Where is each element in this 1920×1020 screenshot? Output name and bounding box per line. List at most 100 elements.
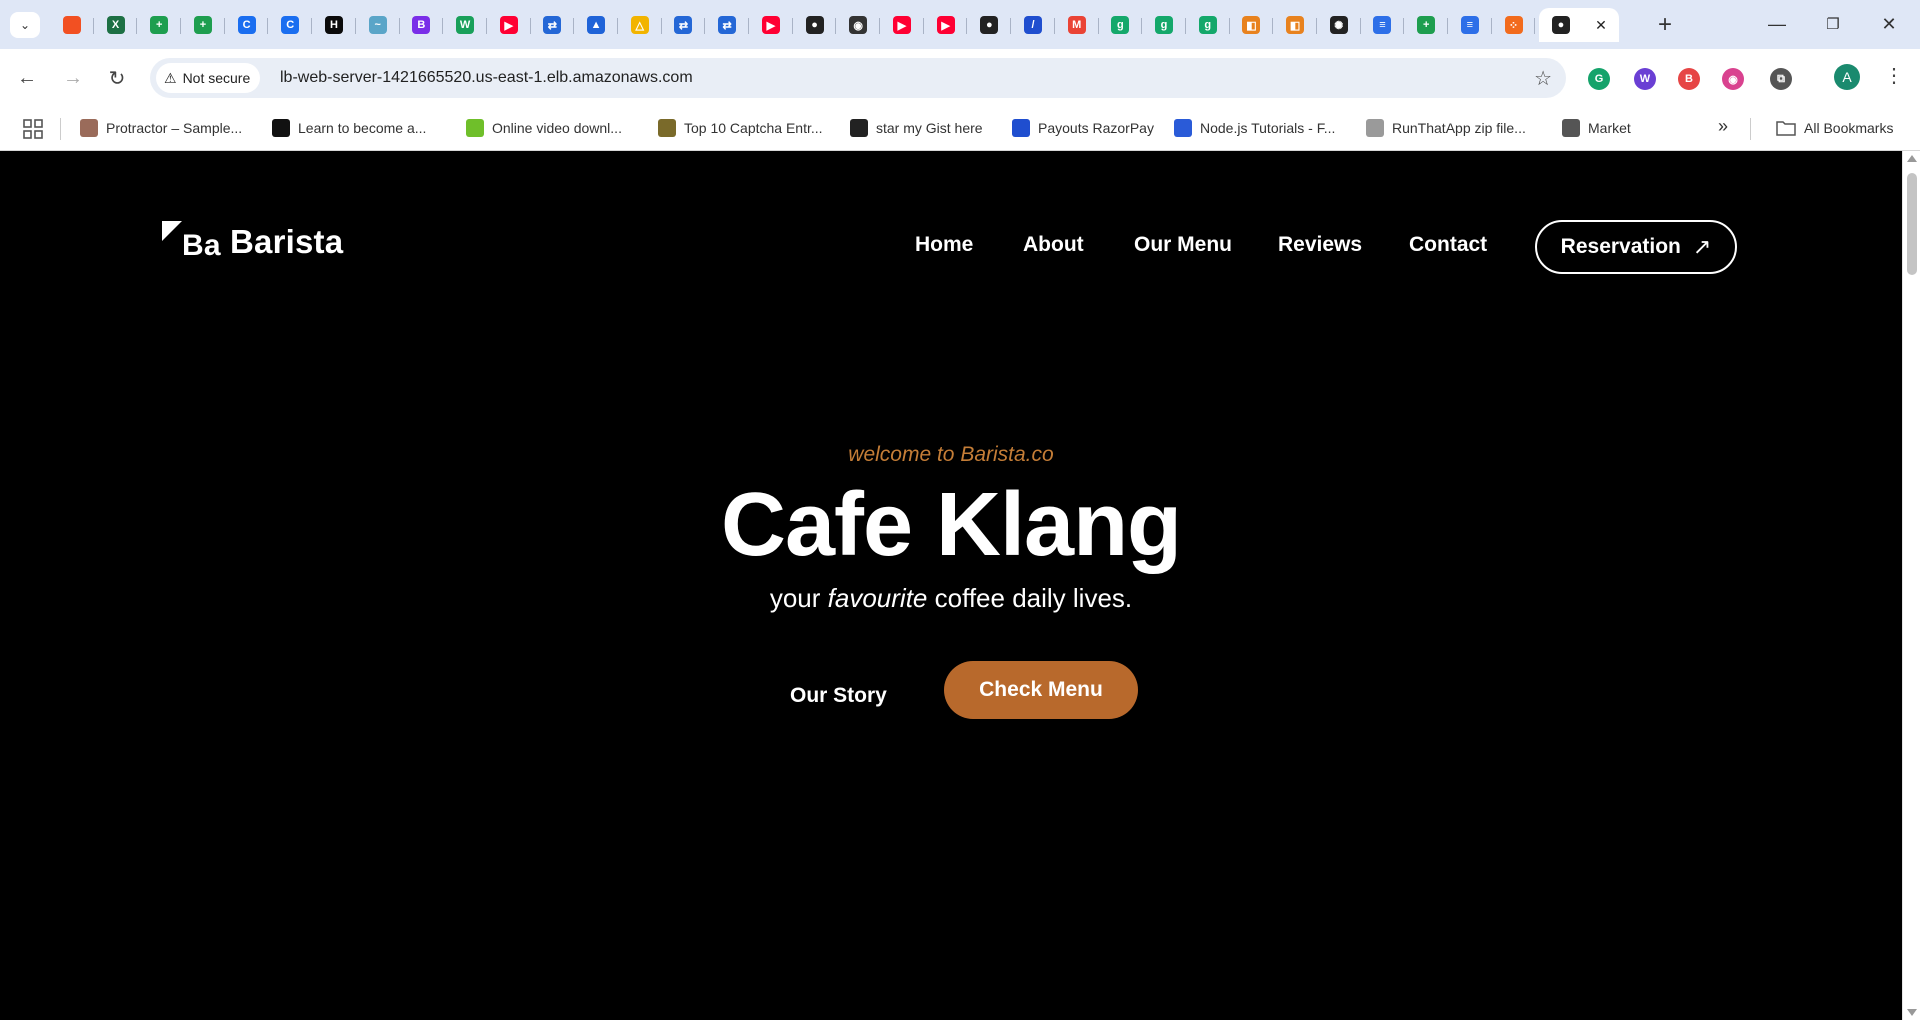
browser-tab[interactable]: g [1142, 8, 1186, 42]
browser-tab[interactable]: + [181, 8, 225, 42]
minimize-button[interactable]: — [1752, 8, 1802, 40]
browser-tab[interactable]: △ [618, 8, 662, 42]
browser-tab[interactable]: g [1099, 8, 1143, 42]
scroll-up-arrow-icon[interactable] [1907, 155, 1917, 162]
scroll-thumb[interactable] [1907, 173, 1917, 275]
browser-tab[interactable] [50, 8, 94, 42]
bootstrap-icon: B [412, 16, 431, 34]
bookmark-item[interactable]: star my Gist here [850, 119, 983, 137]
our-story-button[interactable]: Our Story [790, 684, 887, 708]
check-menu-button[interactable]: Check Menu [944, 661, 1138, 719]
browser-tab[interactable]: ▶ [880, 8, 924, 42]
bookmarks-overflow-button[interactable]: » [1718, 116, 1728, 137]
bookmark-label: Payouts RazorPay [1038, 120, 1154, 136]
cafe-website: Ba Barista Home About Our Menu Reviews C… [0, 151, 1902, 1020]
browser-tab[interactable]: / [1011, 8, 1055, 42]
nav-reviews[interactable]: Reviews [1278, 233, 1362, 257]
close-window-button[interactable]: ✕ [1864, 8, 1914, 40]
browser-tab[interactable]: ◉ [836, 8, 880, 42]
browser-tab[interactable]: g [1186, 8, 1230, 42]
browser-tab[interactable]: ● [793, 8, 837, 42]
profile-avatar[interactable]: A [1834, 64, 1860, 90]
all-bookmarks-button[interactable]: All Bookmarks [1776, 119, 1893, 137]
browser-tab[interactable]: ▶ [487, 8, 531, 42]
nav-home[interactable]: Home [915, 233, 973, 257]
bookmark-item[interactable]: Top 10 Captcha Entr... [658, 119, 823, 137]
browser-tab[interactable]: ● [967, 8, 1011, 42]
browser-tab[interactable]: ⇄ [705, 8, 749, 42]
browser-tab[interactable]: W [443, 8, 487, 42]
browser-tab[interactable]: X [94, 8, 138, 42]
browser-menu-icon[interactable]: ⋮ [1884, 63, 1904, 88]
bookmark-label: Protractor – Sample... [106, 120, 243, 136]
browser-tab[interactable]: ▶ [749, 8, 793, 42]
scroll-down-arrow-icon[interactable] [1907, 1009, 1917, 1016]
browser-tab[interactable]: + [137, 8, 181, 42]
forward-button[interactable]: → [58, 63, 88, 93]
new-tab-button[interactable]: + [1650, 10, 1680, 40]
nav-contact[interactable]: Contact [1409, 233, 1487, 257]
browser-tab[interactable]: H [312, 8, 356, 42]
page-scrollbar[interactable] [1902, 151, 1920, 1020]
folder-icon [1776, 121, 1796, 136]
bookmark-item[interactable]: Online video downl... [466, 119, 622, 137]
logo-shape-icon [162, 221, 182, 241]
url-text[interactable]: lb-web-server-1421665520.us-east-1.elb.a… [280, 69, 693, 87]
welcome-text: welcome to Barista.co [848, 443, 1054, 466]
browser-tab[interactable]: ⁘ [1492, 8, 1536, 42]
hero-tagline: your favourite coffee daily lives. [0, 583, 1902, 614]
purple-extension-icon[interactable]: W [1634, 68, 1656, 90]
browser-tab[interactable]: C [268, 8, 312, 42]
bookmark-item[interactable]: Payouts RazorPay [1012, 119, 1154, 137]
apps-grid-icon[interactable] [22, 118, 44, 140]
browser-tab[interactable]: M [1055, 8, 1099, 42]
nav-our-menu[interactable]: Our Menu [1134, 233, 1232, 257]
youtube-icon: ▶ [761, 16, 780, 34]
browser-tab[interactable]: ◧ [1273, 8, 1317, 42]
bookmark-favicon-icon [272, 119, 290, 137]
red-extension-icon[interactable]: B [1678, 68, 1700, 90]
bookmark-favicon-icon [466, 119, 484, 137]
bookmark-label: Market [1588, 120, 1631, 136]
logo-text: Barista [230, 223, 344, 260]
grammarly-extension-icon[interactable]: G [1588, 68, 1610, 90]
browser-tab[interactable]: ≡ [1361, 8, 1405, 42]
bookmark-item[interactable]: Market [1562, 119, 1631, 137]
close-tab-icon[interactable]: ✕ [1595, 17, 1607, 34]
back-button[interactable]: ← [12, 63, 42, 93]
bookmark-item[interactable]: Learn to become a... [272, 119, 426, 137]
github-icon: ● [1551, 16, 1570, 34]
bookmark-item[interactable]: RunThatApp zip file... [1366, 119, 1526, 137]
restore-button[interactable]: ❐ [1808, 8, 1858, 40]
orange-square-icon: ◧ [1242, 16, 1261, 34]
browser-tab-active[interactable]: ● ✕ [1539, 8, 1620, 42]
browser-tab[interactable]: + [1404, 8, 1448, 42]
browser-tab[interactable]: ~ [356, 8, 400, 42]
browser-tab[interactable]: C [225, 8, 269, 42]
reservation-button[interactable]: Reservation ↗ [1535, 220, 1737, 274]
site-logo[interactable]: Ba Barista [162, 221, 344, 262]
browser-tab[interactable]: ✺ [1317, 8, 1361, 42]
browser-tab[interactable]: ▶ [924, 8, 968, 42]
browser-tab[interactable]: ⇄ [662, 8, 706, 42]
bookmark-favicon-icon [1174, 119, 1192, 137]
bookmark-label: Node.js Tutorials - F... [1200, 120, 1336, 136]
bookmark-item[interactable]: Node.js Tutorials - F... [1174, 119, 1335, 137]
browser-tab[interactable]: ⇄ [531, 8, 575, 42]
browser-tab[interactable]: B [400, 8, 444, 42]
jira-icon: ⇄ [543, 16, 562, 34]
nav-about[interactable]: About [1023, 233, 1084, 257]
bookmark-star-icon[interactable]: ☆ [1534, 66, 1552, 91]
reload-button[interactable]: ↻ [102, 63, 132, 93]
browser-tab[interactable]: ▲ [574, 8, 618, 42]
sheets-icon: + [1417, 16, 1436, 34]
color-picker-extension-icon[interactable]: ◉ [1722, 68, 1744, 90]
site-info-button[interactable]: ⚠ Not secure [156, 63, 261, 93]
tab-search-button[interactable]: ⌄ [10, 12, 40, 38]
puzzle-extension-icon[interactable]: ⧉ [1770, 68, 1792, 90]
reservation-label: Reservation [1560, 235, 1681, 258]
address-bar[interactable]: ⚠ Not secure lb-web-server-1421665520.us… [150, 58, 1566, 98]
browser-tab[interactable]: ◧ [1230, 8, 1274, 42]
bookmark-item[interactable]: Protractor – Sample... [80, 119, 242, 137]
browser-tab[interactable]: ≡ [1448, 8, 1492, 42]
